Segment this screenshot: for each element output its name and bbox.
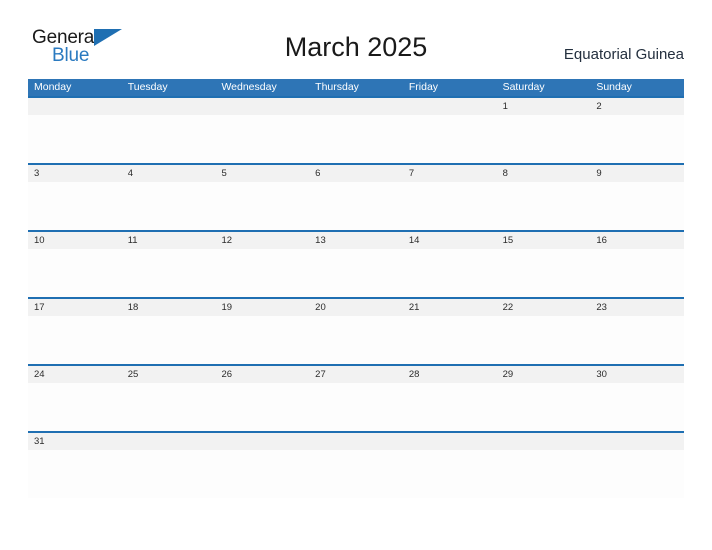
weekday-header-row: Monday Tuesday Wednesday Thursday Friday… — [28, 79, 684, 96]
week-note-area[interactable] — [28, 115, 684, 163]
day-cell[interactable]: 20 — [309, 299, 403, 316]
week-row: 1 2 — [28, 96, 684, 163]
day-cell[interactable] — [28, 98, 122, 115]
week-date-strip: 31 — [28, 433, 684, 450]
day-cell[interactable] — [215, 433, 309, 450]
calendar-page: General Blue March 2025 Equatorial Guine… — [0, 0, 712, 550]
weekday-header-monday: Monday — [34, 81, 72, 93]
day-cell[interactable]: 8 — [497, 165, 591, 182]
week-note-area[interactable] — [28, 450, 684, 498]
day-cell[interactable]: 24 — [28, 366, 122, 383]
weekday-header-saturday: Saturday — [502, 81, 545, 93]
day-cell[interactable]: 18 — [122, 299, 216, 316]
day-cell[interactable]: 29 — [497, 366, 591, 383]
day-cell[interactable]: 17 — [28, 299, 122, 316]
day-cell[interactable]: 11 — [122, 232, 216, 249]
day-cell[interactable]: 22 — [497, 299, 591, 316]
day-cell[interactable] — [497, 433, 591, 450]
weekday-header-wednesday: Wednesday — [221, 81, 277, 93]
weekday-header-tuesday: Tuesday — [127, 81, 168, 93]
day-cell[interactable]: 5 — [215, 165, 309, 182]
week-note-area[interactable] — [28, 316, 684, 364]
week-note-area[interactable] — [28, 383, 684, 431]
week-date-strip: 24 25 26 27 28 29 30 — [28, 366, 684, 383]
week-row: 10 11 12 13 14 15 16 — [28, 230, 684, 297]
day-cell[interactable] — [403, 98, 497, 115]
day-cell[interactable]: 14 — [403, 232, 497, 249]
week-date-strip: 17 18 19 20 21 22 23 — [28, 299, 684, 316]
day-cell[interactable]: 3 — [28, 165, 122, 182]
day-cell[interactable] — [590, 433, 684, 450]
week-date-strip: 10 11 12 13 14 15 16 — [28, 232, 684, 249]
calendar-grid: Monday Tuesday Wednesday Thursday Friday… — [28, 79, 684, 498]
day-cell[interactable]: 7 — [403, 165, 497, 182]
day-cell[interactable]: 9 — [590, 165, 684, 182]
day-cell[interactable]: 13 — [309, 232, 403, 249]
day-cell[interactable]: 25 — [122, 366, 216, 383]
week-row: 3 4 5 6 7 8 9 — [28, 163, 684, 230]
day-cell[interactable]: 16 — [590, 232, 684, 249]
week-date-strip: 1 2 — [28, 98, 684, 115]
day-cell[interactable]: 27 — [309, 366, 403, 383]
day-cell[interactable]: 4 — [122, 165, 216, 182]
day-cell[interactable]: 23 — [590, 299, 684, 316]
day-cell[interactable] — [122, 98, 216, 115]
day-cell[interactable]: 31 — [28, 433, 122, 450]
day-cell[interactable] — [309, 433, 403, 450]
weekday-header-friday: Friday — [408, 81, 439, 93]
day-cell[interactable] — [309, 98, 403, 115]
day-cell[interactable]: 21 — [403, 299, 497, 316]
day-cell[interactable]: 26 — [215, 366, 309, 383]
day-cell[interactable]: 15 — [497, 232, 591, 249]
week-date-strip: 3 4 5 6 7 8 9 — [28, 165, 684, 182]
region-label: Equatorial Guinea — [563, 46, 684, 63]
day-cell[interactable]: 28 — [403, 366, 497, 383]
day-cell[interactable]: 10 — [28, 232, 122, 249]
week-row: 17 18 19 20 21 22 23 — [28, 297, 684, 364]
day-cell[interactable]: 12 — [215, 232, 309, 249]
day-cell[interactable] — [403, 433, 497, 450]
week-note-area[interactable] — [28, 249, 684, 297]
weekday-header-thursday: Thursday — [315, 81, 359, 93]
day-cell[interactable]: 1 — [497, 98, 591, 115]
day-cell[interactable] — [122, 433, 216, 450]
day-cell[interactable]: 2 — [590, 98, 684, 115]
page-header: General Blue March 2025 Equatorial Guine… — [0, 0, 712, 79]
day-cell[interactable]: 30 — [590, 366, 684, 383]
day-cell[interactable]: 19 — [215, 299, 309, 316]
week-note-area[interactable] — [28, 182, 684, 230]
day-cell[interactable] — [215, 98, 309, 115]
day-cell[interactable]: 6 — [309, 165, 403, 182]
week-row: 31 — [28, 431, 684, 498]
weekday-header-sunday: Sunday — [596, 81, 632, 93]
week-row: 24 25 26 27 28 29 30 — [28, 364, 684, 431]
